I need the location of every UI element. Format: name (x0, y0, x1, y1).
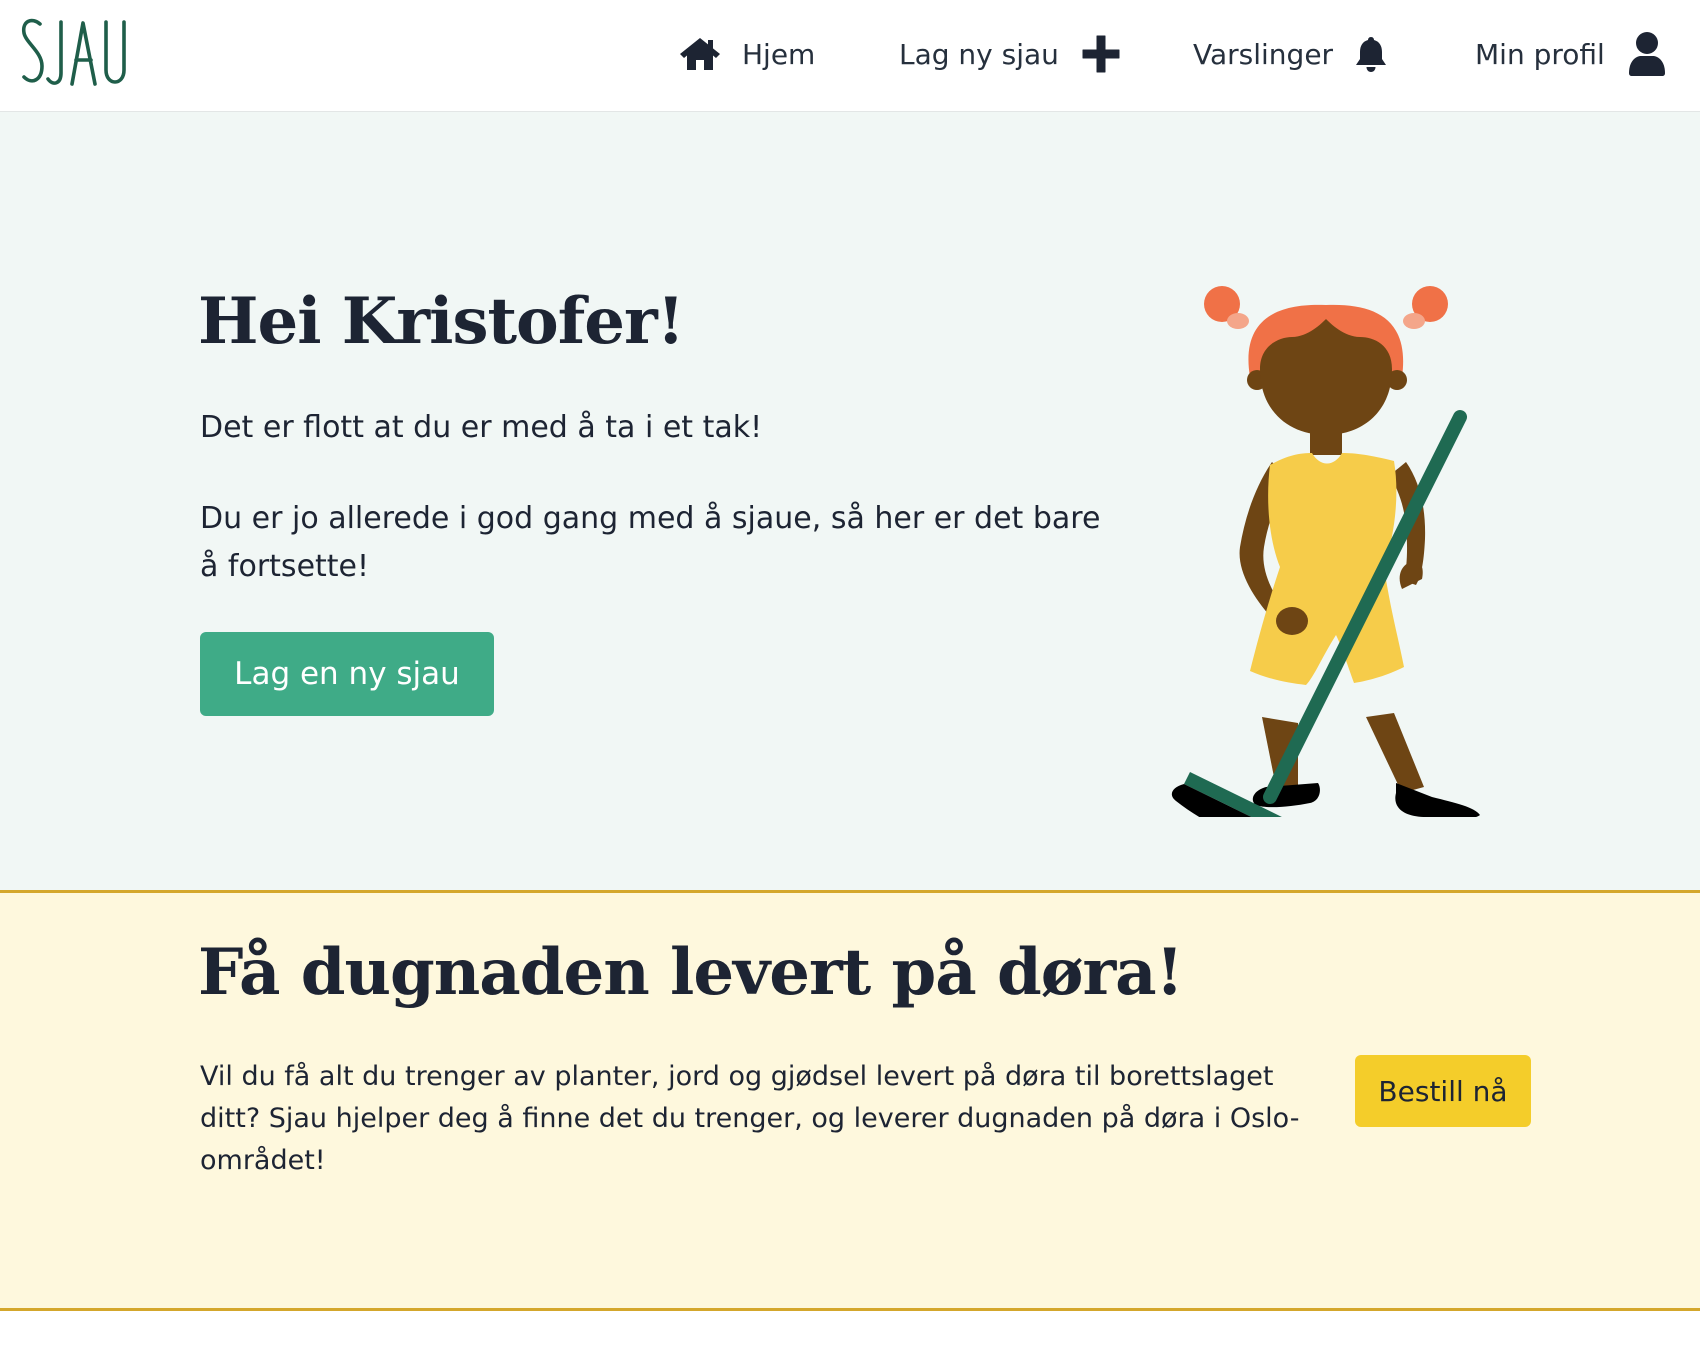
welcome-message: Det er flott at du er med å ta i et tak! (200, 410, 763, 445)
create-sjau-button[interactable]: Lag en ny sjau (200, 632, 494, 716)
nav-new-sjau-label: Lag ny sjau (899, 37, 1059, 71)
welcome-heading: Hei Kristofer! (198, 284, 685, 359)
delivery-heading: Få dugnaden levert på døra! (198, 935, 1184, 1010)
nav-home-link[interactable]: Hjem (678, 30, 815, 78)
nav-home-label: Hjem (742, 37, 816, 71)
plus-icon (1082, 35, 1120, 73)
delivery-promo-section: Få dugnaden levert på døra! Vil du få al… (0, 890, 1700, 1311)
site-header: Hjem Lag ny sjau Varslinger Min profil (0, 0, 1700, 112)
encouragement-message: Du er jo allerede i god gang med å sjaue… (200, 501, 1101, 584)
home-icon (680, 38, 720, 70)
order-now-button[interactable]: Bestill nå (1355, 1055, 1531, 1127)
nav-notifications-label: Varslinger (1193, 37, 1334, 71)
nav-notifications-link[interactable]: Varslinger (1193, 30, 1387, 78)
user-icon (1628, 32, 1665, 76)
nav-profile-link[interactable]: Min profil (1475, 30, 1667, 78)
nav-new-sjau-link[interactable]: Lag ny sjau (899, 30, 1121, 78)
welcome-hero: Hei Kristofer! Det er flott at du er med… (0, 112, 1700, 890)
person-sweeping-illustration (1171, 286, 1480, 817)
delivery-description: Vil du få alt du trenger av planter, jor… (200, 1061, 1300, 1176)
bell-icon (1356, 37, 1387, 72)
nav-profile-label: Min profil (1475, 37, 1605, 71)
sjau-logo[interactable] (20, 12, 130, 92)
